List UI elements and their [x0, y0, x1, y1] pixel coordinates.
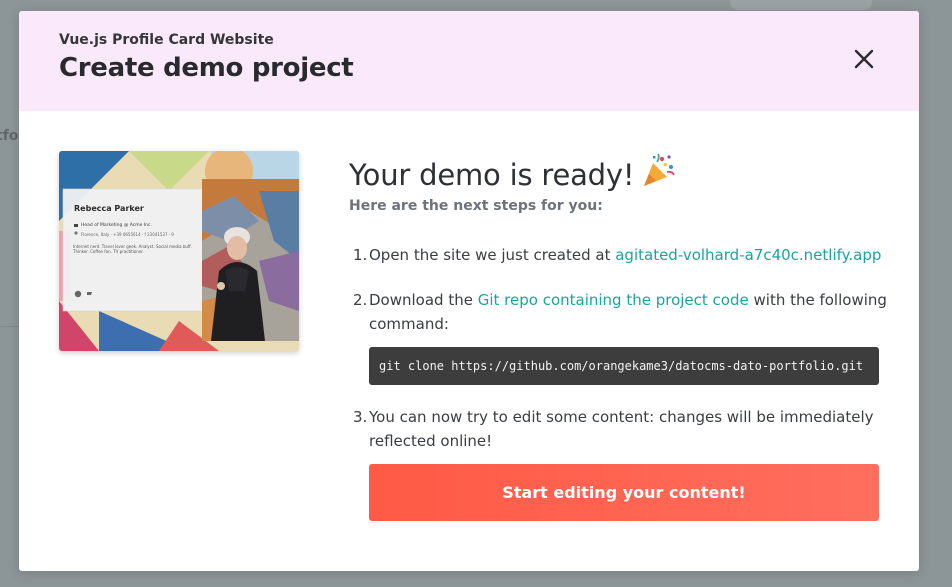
step-number: 2.: [353, 291, 368, 309]
background-pill: [730, 0, 872, 10]
preview-card-bio: Internet nerd. Travel lover geek. Analys…: [73, 244, 192, 254]
background-partial-text: tfo: [0, 128, 19, 144]
step-3-text: You can now try to edit some content: ch…: [369, 408, 874, 450]
step-text: Open the site we just created at agitate…: [369, 243, 889, 267]
next-steps-label: Here are the next steps for you:: [349, 198, 603, 214]
modal-subtitle: Vue.js Profile Card Website: [59, 32, 274, 48]
step-number: 3.: [353, 408, 368, 426]
background-divider: [0, 326, 20, 327]
step-1-text: Open the site we just created at: [369, 246, 616, 264]
party-popper-icon: [640, 153, 676, 196]
close-button[interactable]: [849, 44, 879, 74]
preview-card-role: Head of Marketing @ Acme Inc.: [81, 223, 152, 228]
preview-card-name: Rebecca Parker: [74, 204, 144, 213]
close-icon: [854, 49, 874, 69]
step-number: 1.: [353, 246, 368, 264]
create-demo-modal: Vue.js Profile Card Website Create demo …: [19, 11, 919, 571]
site-link[interactable]: agitated-volhard-a7c40c.netlify.app: [615, 246, 881, 264]
git-repo-link[interactable]: Git repo containing the project code: [478, 291, 749, 309]
start-editing-button[interactable]: Start editing your content!: [369, 464, 879, 521]
step-2-text-before: Download the: [369, 291, 478, 309]
demo-ready-heading: Your demo is ready!: [349, 153, 676, 196]
git-clone-command[interactable]: git clone https://github.com/orangekame3…: [369, 347, 879, 385]
modal-title: Create demo project: [59, 53, 354, 83]
modal-header: Vue.js Profile Card Website Create demo …: [19, 11, 919, 111]
step-text: Download the Git repo containing the pro…: [369, 288, 889, 336]
project-preview-image: Rebecca Parker Head of Marketing @ Acme …: [59, 151, 299, 351]
preview-card-contact: Florence, Italy · +39 0655614 · f 230415…: [81, 232, 174, 237]
demo-ready-heading-text: Your demo is ready!: [349, 158, 635, 192]
